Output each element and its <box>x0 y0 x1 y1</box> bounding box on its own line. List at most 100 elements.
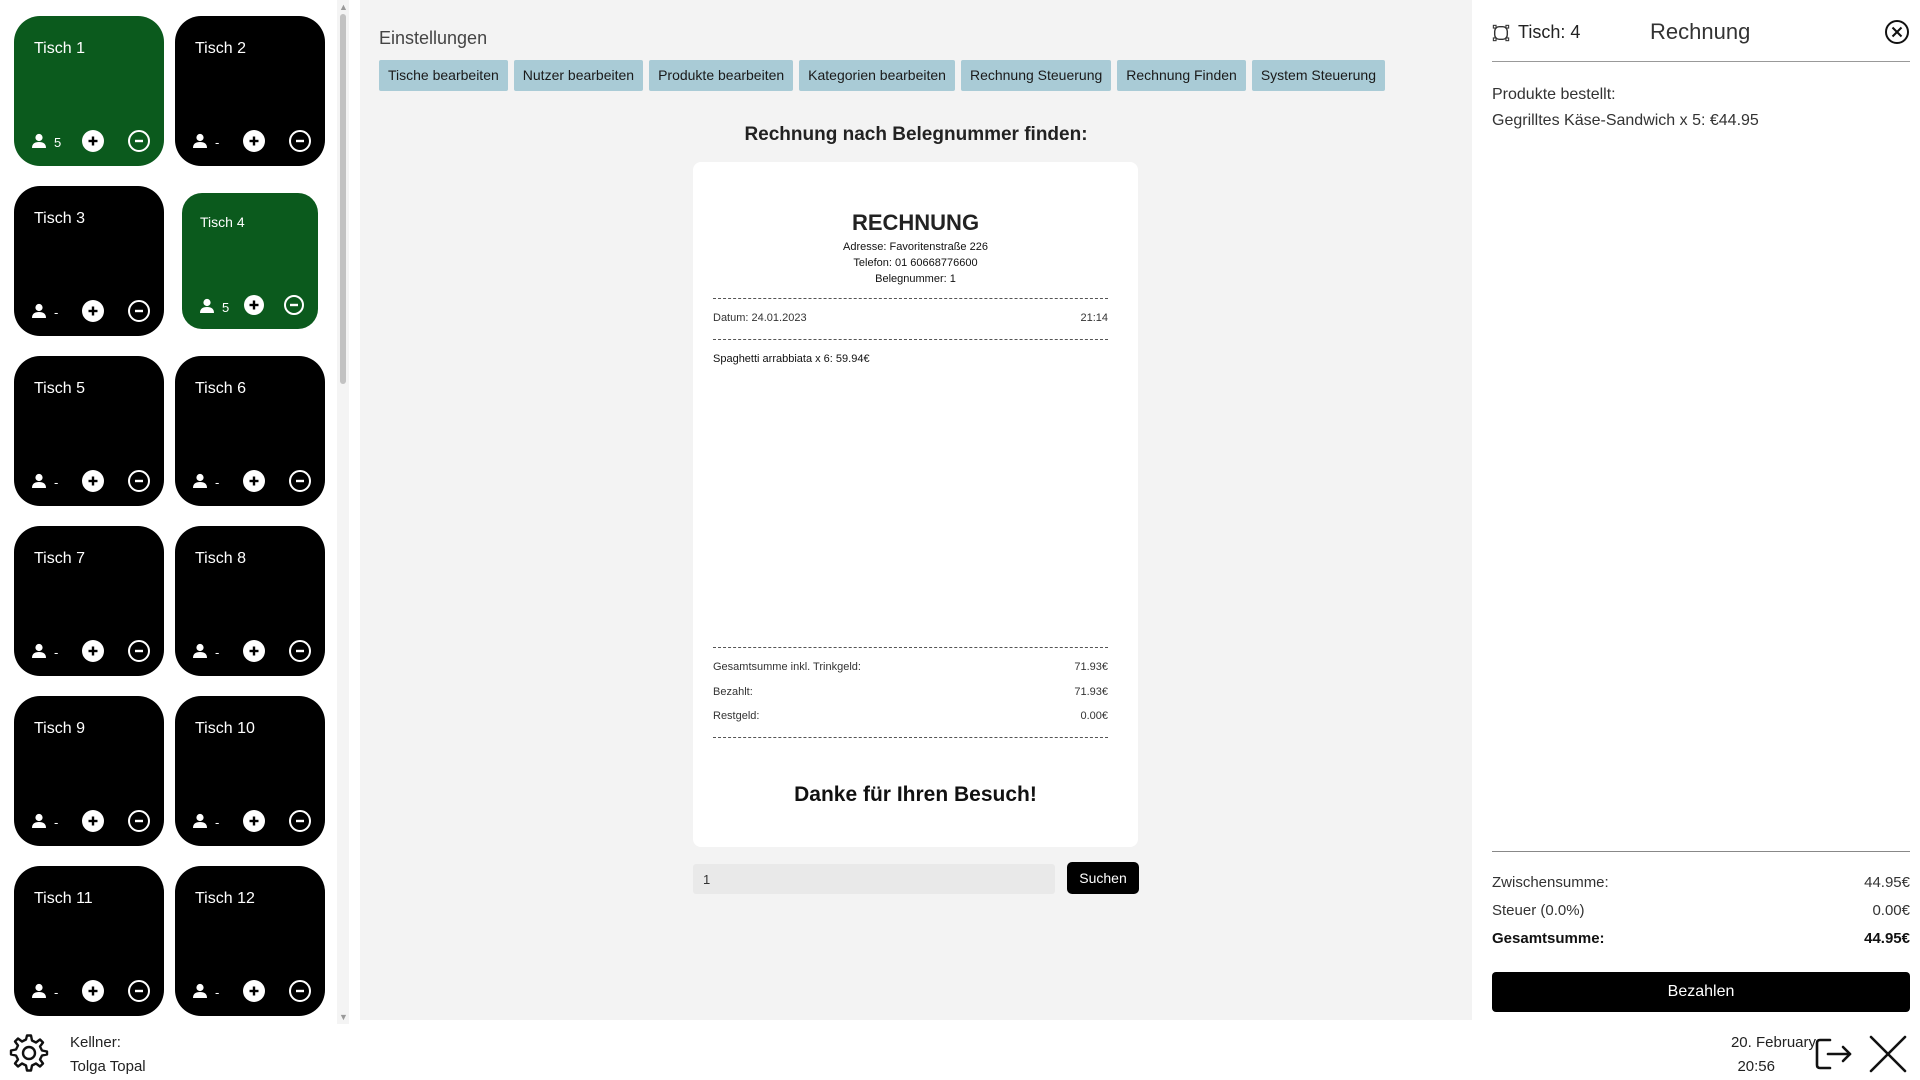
person-icon <box>191 472 209 493</box>
remove-guest-button[interactable] <box>289 640 311 662</box>
find-receipt-heading: Rechnung nach Belegnummer finden: <box>744 124 1088 145</box>
receipt-phone: Telefon: 01 60668776600 <box>853 257 978 269</box>
receipt-paid-label: Bezahlt: <box>713 686 753 698</box>
guest-count-value: - <box>215 815 220 830</box>
remove-guest-button[interactable] <box>128 810 150 832</box>
bill-table-indicator: Tisch: 4 <box>1492 22 1580 43</box>
table-name: Tisch 1 <box>34 40 85 57</box>
add-guest-button[interactable] <box>82 980 104 1002</box>
remove-guest-button[interactable] <box>284 295 304 315</box>
receipt-total-value: 71.93€ <box>1074 661 1108 673</box>
guest-count: - <box>191 132 219 153</box>
current-time: 20:56 <box>1737 1058 1775 1075</box>
guest-count: 5 <box>198 297 229 318</box>
remove-guest-button[interactable] <box>289 980 311 1002</box>
add-guest-button[interactable] <box>243 470 265 492</box>
search-button[interactable]: Suchen <box>1067 862 1139 894</box>
bottom-bar: Kellner: Tolga Topal 20. February 20:56 <box>0 1024 1920 1080</box>
person-icon <box>191 642 209 663</box>
table-card[interactable]: Tisch 1 5 <box>14 16 164 166</box>
guest-count: - <box>30 302 58 323</box>
scroll-up-arrow-icon[interactable]: ▲ <box>339 2 348 12</box>
tab-produkte-bearbeiten[interactable]: Produkte bearbeiten <box>649 60 794 91</box>
add-guest-button[interactable] <box>82 470 104 492</box>
guest-count-value: - <box>54 475 59 490</box>
remove-guest-button[interactable] <box>128 980 150 1002</box>
close-bill-icon[interactable] <box>1884 19 1910 45</box>
bill-tax-value: 0.00€ <box>1872 902 1910 919</box>
table-name: Tisch 9 <box>34 720 85 737</box>
remove-guest-button[interactable] <box>128 470 150 492</box>
tab-rechnung-finden[interactable]: Rechnung Finden <box>1117 60 1246 91</box>
add-guest-button[interactable] <box>243 980 265 1002</box>
tables-scrollbar[interactable]: ▲ ▼ <box>337 0 349 1024</box>
guest-count-value: - <box>54 815 59 830</box>
remove-guest-button[interactable] <box>128 640 150 662</box>
add-guest-button[interactable] <box>243 810 265 832</box>
table-card[interactable]: Tisch 10 - <box>175 696 325 846</box>
add-guest-button[interactable] <box>244 295 264 315</box>
tab-kategorien-bearbeiten[interactable]: Kategorien bearbeiten <box>799 60 955 91</box>
remove-guest-button[interactable] <box>128 130 150 152</box>
receipt-address: Adresse: Favoritenstraße 226 <box>843 241 988 253</box>
add-guest-button[interactable] <box>82 640 104 662</box>
receipt-change-value: 0.00€ <box>1080 710 1108 722</box>
person-icon <box>191 982 209 1003</box>
pay-button[interactable]: Bezahlen <box>1492 972 1910 1012</box>
add-guest-button[interactable] <box>82 130 104 152</box>
guest-count-value: - <box>54 305 59 320</box>
guest-count: - <box>30 812 58 833</box>
scrollbar-thumb[interactable] <box>340 14 346 384</box>
guest-count-value: - <box>215 985 220 1000</box>
table-card[interactable]: Tisch 12 - <box>175 866 325 1016</box>
settings-tabs: Tische bearbeiten Nutzer bearbeiten Prod… <box>379 60 1385 91</box>
guest-count-value: - <box>54 985 59 1000</box>
tab-rechnung-steuerung[interactable]: Rechnung Steuerung <box>960 60 1112 91</box>
scroll-down-arrow-icon[interactable]: ▼ <box>339 1012 348 1022</box>
bill-subtotal-label: Zwischensumme: <box>1492 874 1609 891</box>
receipt-paid-value: 71.93€ <box>1074 686 1108 698</box>
remove-guest-button[interactable] <box>289 810 311 832</box>
person-icon <box>30 302 48 323</box>
table-card[interactable]: Tisch 5 - <box>14 356 164 506</box>
person-icon <box>30 642 48 663</box>
guest-count: - <box>30 982 58 1003</box>
tab-system-steuerung[interactable]: System Steuerung <box>1251 60 1385 91</box>
guest-count: - <box>191 812 219 833</box>
table-card[interactable]: Tisch 9 - <box>14 696 164 846</box>
receipt-date-row: Datum: 24.01.2023 21:14 <box>713 312 1108 324</box>
bill-product-item: Gegrilltes Käse-Sandwich x 5: €44.95 <box>1492 112 1759 129</box>
remove-guest-button[interactable] <box>289 130 311 152</box>
bill-total-label: Gesamtsumme: <box>1492 930 1605 947</box>
guest-count-value: 5 <box>54 135 62 150</box>
table-card[interactable]: Tisch 8 - <box>175 526 325 676</box>
add-guest-button[interactable] <box>243 130 265 152</box>
remove-guest-button[interactable] <box>128 300 150 322</box>
receipt-date: Datum: 24.01.2023 <box>713 312 807 324</box>
settings-title: Einstellungen <box>379 28 488 48</box>
table-card[interactable]: Tisch 3 - <box>14 186 164 336</box>
receipt-divider <box>713 737 1108 738</box>
gear-icon[interactable] <box>8 1032 50 1074</box>
table-card[interactable]: Tisch 6 - <box>175 356 325 506</box>
close-app-icon[interactable] <box>1866 1032 1910 1076</box>
remove-guest-button[interactable] <box>289 470 311 492</box>
add-guest-button[interactable] <box>82 300 104 322</box>
tab-nutzer-bearbeiten[interactable]: Nutzer bearbeiten <box>513 60 644 91</box>
table-card[interactable]: Tisch 7 - <box>14 526 164 676</box>
table-card[interactable]: Tisch 2 - <box>175 16 325 166</box>
add-guest-button[interactable] <box>82 810 104 832</box>
add-guest-button[interactable] <box>243 640 265 662</box>
receipt-number-input[interactable] <box>693 864 1055 894</box>
person-icon <box>198 297 216 318</box>
bill-panel: Tisch: 4 Rechnung Produkte bestellt: Geg… <box>1472 0 1920 1024</box>
bill-total-value: 44.95€ <box>1864 930 1910 947</box>
tab-tische-bearbeiten[interactable]: Tische bearbeiten <box>379 60 508 91</box>
table-controls: - <box>14 640 164 662</box>
table-card[interactable]: Tisch 11 - <box>14 866 164 1016</box>
receipt-preview: RECHNUNG Adresse: Favoritenstraße 226 Te… <box>693 162 1138 847</box>
guest-count: - <box>30 642 58 663</box>
table-card[interactable]: Tisch 4 5 <box>182 193 318 329</box>
receipt-divider <box>713 339 1108 340</box>
logout-icon[interactable] <box>1812 1032 1856 1076</box>
